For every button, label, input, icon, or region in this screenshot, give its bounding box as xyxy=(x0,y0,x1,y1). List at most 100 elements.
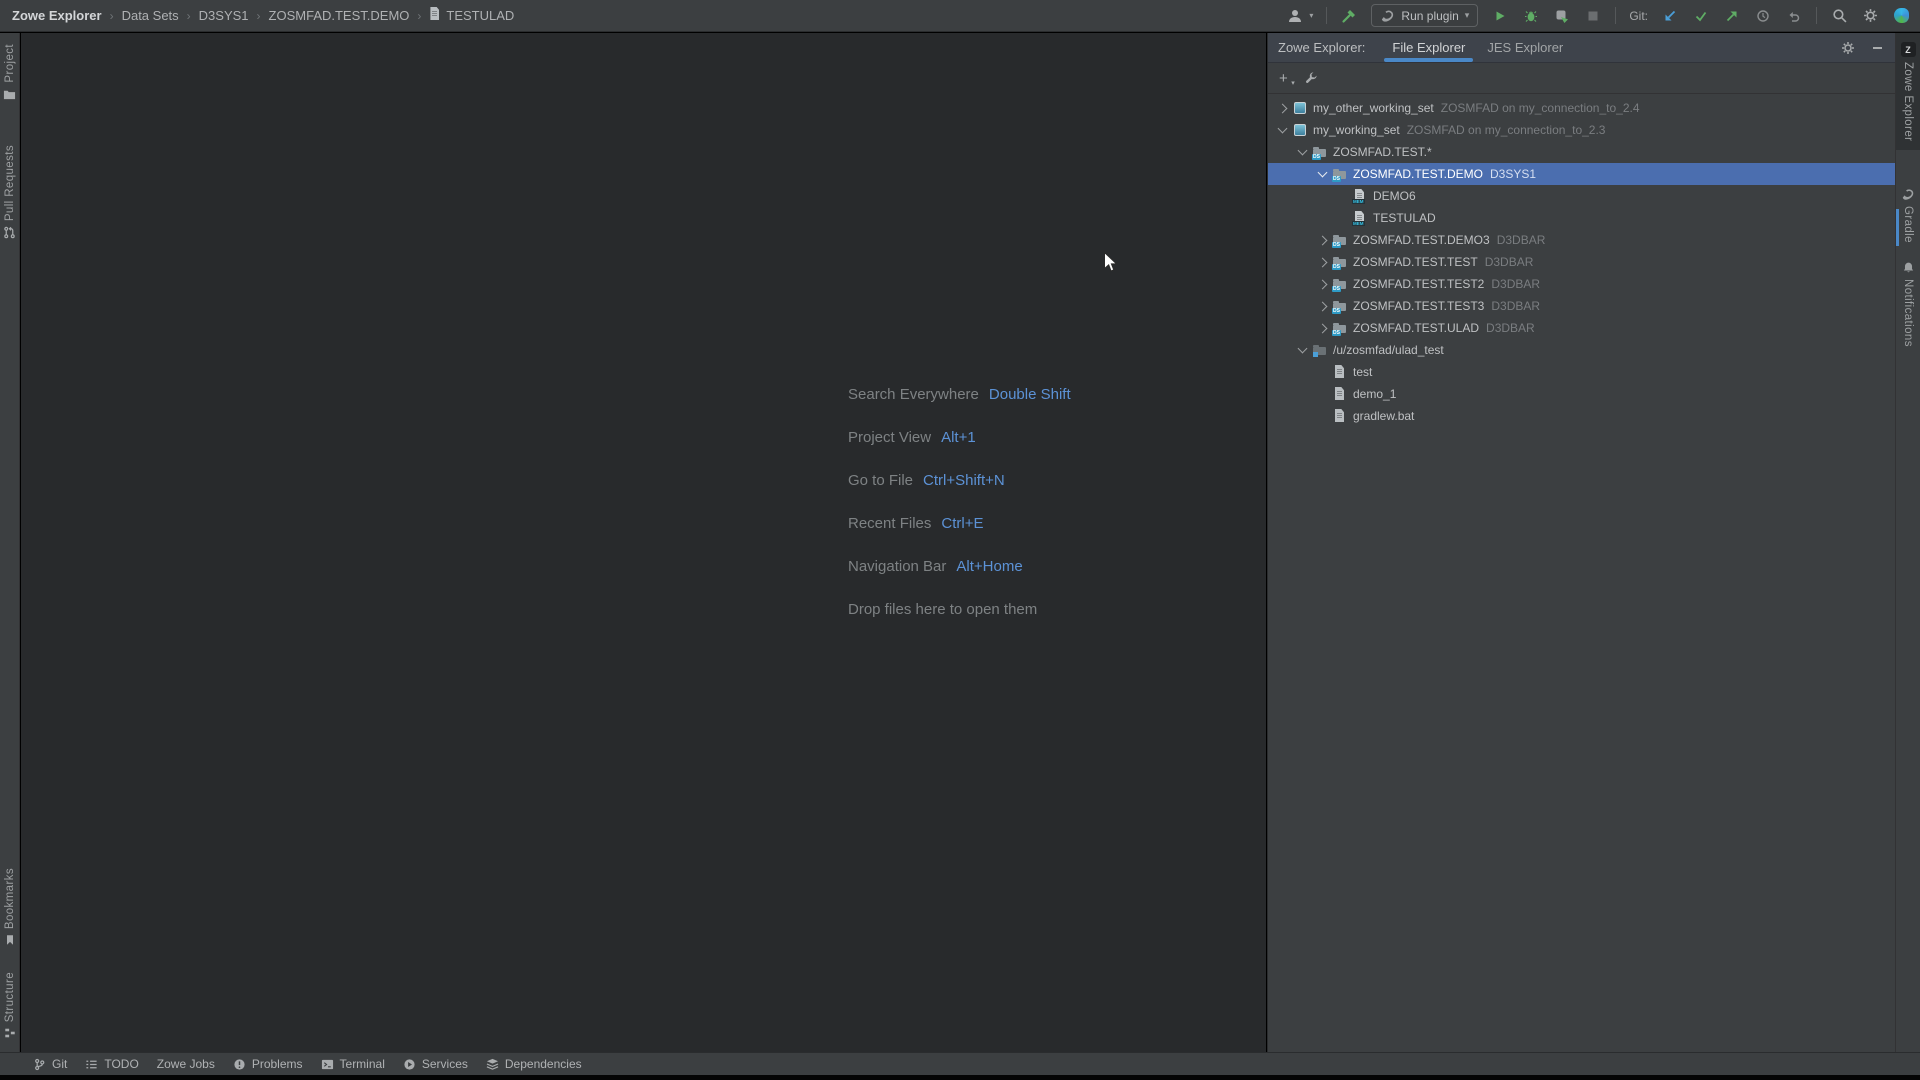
breadcrumb-item[interactable]: Zowe Explorer xyxy=(12,8,102,23)
tree-row[interactable]: DEMO6 xyxy=(1268,185,1895,207)
chevron-down-icon[interactable] xyxy=(1297,344,1307,354)
tree-label: gradlew.bat xyxy=(1353,409,1414,423)
breadcrumb-item[interactable]: Data Sets xyxy=(122,8,179,23)
chevron-right-icon[interactable] xyxy=(1317,257,1327,267)
status-item-services[interactable]: Services xyxy=(394,1057,477,1071)
build-hammer-icon[interactable] xyxy=(1340,7,1358,25)
stripe-item-notifications[interactable]: Notifications xyxy=(1896,252,1920,356)
chevron-right-icon[interactable] xyxy=(1317,279,1327,289)
panel-title: Zowe Explorer: xyxy=(1278,40,1365,55)
stripe-label: Zowe Explorer xyxy=(1902,62,1914,141)
dataset-icon xyxy=(1332,320,1348,336)
dependencies-icon xyxy=(486,1058,499,1071)
status-item-git[interactable]: Git xyxy=(24,1057,76,1071)
tree-suffix: D3DBAR xyxy=(1485,255,1534,269)
tree-row[interactable]: test xyxy=(1268,361,1895,383)
tree-row[interactable]: ZOSMFAD.TEST.TEST2 D3DBAR xyxy=(1268,273,1895,295)
history-icon[interactable] xyxy=(1754,7,1772,25)
stop-icon[interactable] xyxy=(1584,7,1602,25)
profiler-icon[interactable] xyxy=(1553,7,1571,25)
tree-row[interactable]: TESTULAD xyxy=(1268,207,1895,229)
hide-panel-icon[interactable] xyxy=(1869,40,1885,56)
breadcrumb-item[interactable]: D3SYS1 xyxy=(199,8,249,23)
rollback-icon[interactable] xyxy=(1785,7,1803,25)
chevron-down-icon[interactable] xyxy=(1317,168,1327,178)
git-push-icon[interactable] xyxy=(1723,7,1741,25)
breadcrumb-item[interactable]: TESTULAD xyxy=(446,8,514,23)
panel-header: Zowe Explorer: File Explorer JES Explore… xyxy=(1268,33,1895,63)
file-icon xyxy=(1332,364,1348,380)
tree-row[interactable]: my_working_set ZOSMFAD on my_connection_… xyxy=(1268,119,1895,141)
status-item-todo[interactable]: TODO xyxy=(76,1057,147,1071)
gradle-icon xyxy=(1380,8,1395,23)
tab-jes-explorer[interactable]: JES Explorer xyxy=(1476,33,1574,63)
todo-list-icon xyxy=(85,1058,98,1071)
gradle-icon xyxy=(1901,187,1915,201)
stripe-item-zowe-explorer[interactable]: Zowe Explorer xyxy=(1896,33,1920,150)
chevron-right-icon[interactable] xyxy=(1317,235,1327,245)
tree-row[interactable]: ZOSMFAD.TEST.TEST3 D3DBAR xyxy=(1268,295,1895,317)
shortcut-label: Drop files here to open them xyxy=(848,601,1037,618)
tree-row[interactable]: my_other_working_set ZOSMFAD on my_conne… xyxy=(1268,97,1895,119)
stripe-item-project[interactable]: Project xyxy=(0,35,19,110)
working-set-icon xyxy=(1292,100,1308,116)
working-set-icon xyxy=(1292,122,1308,138)
breadcrumb-item[interactable]: ZOSMFAD.TEST.DEMO xyxy=(269,8,410,23)
user-menu-icon[interactable] xyxy=(1286,7,1304,25)
settings-icon[interactable] xyxy=(1861,7,1879,25)
stripe-label: Notifications xyxy=(1902,279,1914,347)
stripe-item-pull-requests[interactable]: Pull Requests xyxy=(0,136,19,248)
git-update-icon[interactable] xyxy=(1661,7,1679,25)
run-icon[interactable] xyxy=(1491,7,1509,25)
panel-settings-icon[interactable] xyxy=(1840,40,1856,56)
status-item-zowe-jobs[interactable]: Zowe Jobs xyxy=(148,1057,224,1071)
status-label: Problems xyxy=(252,1057,303,1071)
tree-row[interactable]: demo_1 xyxy=(1268,383,1895,405)
bell-icon xyxy=(1902,261,1915,274)
shortcut-key: Ctrl+Shift+N xyxy=(923,472,1005,489)
add-icon[interactable] xyxy=(1279,71,1288,86)
chevron-down-icon[interactable] xyxy=(1277,124,1287,134)
structure-icon xyxy=(4,1027,16,1039)
tree-row[interactable]: gradlew.bat xyxy=(1268,405,1895,427)
tree-row[interactable]: ZOSMFAD.TEST.ULAD D3DBAR xyxy=(1268,317,1895,339)
git-branch-icon xyxy=(33,1058,46,1071)
toolbar-actions: Run plugin Git: xyxy=(1286,4,1920,27)
debug-icon[interactable] xyxy=(1522,7,1540,25)
tree-row[interactable]: ZOSMFAD.TEST.DEMO3 D3DBAR xyxy=(1268,229,1895,251)
stripe-item-bookmarks[interactable]: Bookmarks xyxy=(0,859,19,955)
tree-row[interactable]: ZOSMFAD.TEST.TEST D3DBAR xyxy=(1268,251,1895,273)
status-item-terminal[interactable]: Terminal xyxy=(312,1057,394,1071)
mouse-cursor xyxy=(1103,251,1120,280)
stripe-label: Pull Requests xyxy=(4,145,16,221)
run-configuration-label: Run plugin xyxy=(1401,9,1458,23)
chevron-down-icon[interactable] xyxy=(1297,146,1307,156)
tree-label: ZOSMFAD.TEST.* xyxy=(1333,145,1432,159)
plugin-logo-icon[interactable] xyxy=(1892,7,1910,25)
pull-request-icon xyxy=(3,226,16,239)
stripe-item-gradle[interactable]: Gradle xyxy=(1896,178,1920,252)
tree-row[interactable]: ZOSMFAD.TEST.* xyxy=(1268,141,1895,163)
tab-file-explorer[interactable]: File Explorer xyxy=(1381,33,1476,63)
tree-suffix: D3DBAR xyxy=(1497,233,1546,247)
tools-wrench-icon[interactable] xyxy=(1303,70,1319,86)
tree-row[interactable]: /u/zosmfad/ulad_test xyxy=(1268,339,1895,361)
chevron-right-icon[interactable] xyxy=(1317,323,1327,333)
shortcut-row: Navigation Bar Alt+Home xyxy=(848,545,1071,588)
tree-label: test xyxy=(1353,365,1372,379)
chevron-right-icon[interactable] xyxy=(1317,301,1327,311)
dataset-icon xyxy=(1312,144,1328,160)
shortcut-row: Drop files here to open them xyxy=(848,588,1071,631)
status-label: Zowe Jobs xyxy=(157,1057,215,1071)
stripe-item-structure[interactable]: Structure xyxy=(0,963,19,1048)
chevron-right-icon[interactable] xyxy=(1277,103,1287,113)
run-configuration-select[interactable]: Run plugin xyxy=(1371,4,1478,27)
tree-label: my_other_working_set xyxy=(1313,101,1434,115)
status-item-problems[interactable]: Problems xyxy=(224,1057,312,1071)
shortcut-row: Recent Files Ctrl+E xyxy=(848,502,1071,545)
status-item-dependencies[interactable]: Dependencies xyxy=(477,1057,591,1071)
search-icon[interactable] xyxy=(1830,7,1848,25)
tree-row-selected[interactable]: ZOSMFAD.TEST.DEMO D3SYS1 xyxy=(1268,163,1895,185)
shortcut-row: Go to File Ctrl+Shift+N xyxy=(848,459,1071,502)
git-commit-icon[interactable] xyxy=(1692,7,1710,25)
